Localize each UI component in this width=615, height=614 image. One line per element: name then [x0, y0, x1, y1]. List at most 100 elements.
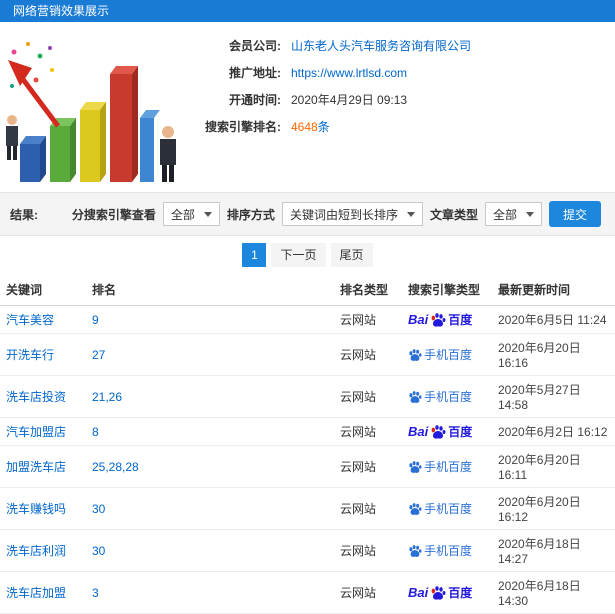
- rank-value: 3: [86, 571, 334, 614]
- bar-chart-illustration: [0, 22, 185, 192]
- rank-value: 21,26: [86, 375, 334, 418]
- keyword-link[interactable]: 开洗车行: [0, 333, 86, 376]
- company-label: 会员公司:: [229, 39, 281, 53]
- rank-value: 9: [86, 305, 334, 334]
- rank-value: 27: [86, 333, 334, 376]
- engine-type-cell: Bai 百度: [402, 305, 492, 334]
- mobile-baidu-logo: 手机百度: [408, 388, 486, 405]
- chevron-down-icon: [203, 211, 212, 217]
- baidu-paw-icon: [431, 312, 446, 327]
- table-row: 加盟洗车店 25,28,28 云网站 手机百度 2020年6月20日 16:11: [0, 445, 615, 488]
- keyword-link[interactable]: 洗车店加盟: [0, 571, 86, 614]
- rank-value: 30: [86, 487, 334, 530]
- rank-value: 8: [86, 417, 334, 446]
- baidu-logo: Bai 百度: [408, 584, 486, 601]
- table-row: 汽车美容 9 云网站 Bai 百度 2020年6月5日 11:24: [0, 305, 615, 334]
- keyword-link[interactable]: 洗车赚钱吗: [0, 487, 86, 530]
- baidu-paw-icon: [409, 544, 422, 557]
- submit-button[interactable]: 提交: [548, 201, 601, 227]
- updated-time-value: 2020年6月18日 14:27: [492, 529, 615, 572]
- member-info-section: 会员公司: 山东老人头汽车服务咨询有限公司 推广地址: https://www.…: [0, 22, 615, 192]
- rank-value: 30: [86, 529, 334, 572]
- engine-select[interactable]: 全部: [162, 202, 220, 226]
- mobile-baidu-label: 手机百度: [424, 460, 473, 474]
- baidu-paw-icon: [431, 585, 446, 600]
- page-button-1[interactable]: 1: [242, 243, 267, 267]
- mobile-baidu-logo: 手机百度: [408, 542, 486, 559]
- baidu-paw-icon: [409, 390, 422, 403]
- page-title: 网络营销效果展示: [13, 4, 110, 18]
- baidu-logo-text: Bai: [408, 424, 429, 439]
- table-row: 洗车店利润 30 云网站 手机百度 2020年6月18日 14:27: [0, 529, 615, 572]
- mobile-baidu-label: 手机百度: [424, 502, 473, 516]
- col-rank: 排名: [86, 274, 334, 306]
- keyword-link[interactable]: 洗车店投资: [0, 375, 86, 418]
- engine-type-cell: 手机百度: [402, 529, 492, 572]
- table-row: 洗车店加盟 3 云网站 Bai 百度 2020年6月18日 14:30: [0, 571, 615, 614]
- table-header-row: 关键词 排名 排名类型 搜索引擎类型 最新更新时间: [0, 274, 615, 306]
- baidu-logo-cn: 百度: [448, 586, 473, 600]
- rank-count-label: 搜索引擎排名:: [205, 120, 281, 134]
- member-info-list: 会员公司: 山东老人头汽车服务咨询有限公司 推广地址: https://www.…: [185, 22, 615, 192]
- next-page-link[interactable]: 下一页: [271, 243, 326, 267]
- info-row-open-time: 开通时间: 2020年4月29日 09:13: [185, 92, 615, 109]
- mobile-baidu-logo: 手机百度: [408, 458, 486, 475]
- engine-type-cell: 手机百度: [402, 375, 492, 418]
- rank-type-value: 云网站: [334, 417, 402, 446]
- rank-count-value: 4648条: [291, 119, 330, 136]
- chevron-down-icon: [406, 211, 415, 217]
- baidu-logo: Bai 百度: [408, 311, 486, 328]
- keyword-link[interactable]: 洗车店利润: [0, 529, 86, 572]
- updated-time-value: 2020年6月5日 11:24: [492, 305, 615, 334]
- baidu-paw-icon: [409, 502, 422, 515]
- baidu-logo-cn: 百度: [448, 425, 473, 439]
- baidu-logo-text: Bai: [408, 312, 429, 327]
- filter-bar: 结果: 分搜索引擎查看 全部 排序方式 关键词由短到长排序 文章类型 全部 提交: [0, 192, 615, 236]
- article-type-label: 文章类型: [429, 207, 478, 222]
- baidu-logo: Bai 百度: [408, 423, 486, 440]
- rank-type-value: 云网站: [334, 375, 402, 418]
- last-page-link[interactable]: 尾页: [330, 243, 373, 267]
- engine-type-cell: Bai 百度: [402, 571, 492, 614]
- keyword-link[interactable]: 汽车美容: [0, 305, 86, 334]
- rank-count-unit: 条: [317, 120, 330, 134]
- rank-type-value: 云网站: [334, 445, 402, 488]
- info-row-company: 会员公司: 山东老人头汽车服务咨询有限公司: [185, 38, 615, 55]
- chevron-down-icon: [525, 211, 534, 217]
- table-row: 开洗车行 27 云网站 手机百度 2020年6月20日 16:16: [0, 333, 615, 376]
- open-time-value: 2020年4月29日 09:13: [291, 93, 408, 107]
- keyword-link[interactable]: 加盟洗车店: [0, 445, 86, 488]
- sort-filter-label: 排序方式: [226, 207, 275, 222]
- rank-type-value: 云网站: [334, 529, 402, 572]
- bar-chart-graphic: [6, 42, 176, 182]
- pagination: 1 下一页 尾页: [0, 236, 615, 274]
- table-row: 洗车店投资 21,26 云网站 手机百度 2020年5月27日 14:58: [0, 375, 615, 418]
- mobile-baidu-label: 手机百度: [424, 348, 473, 362]
- engine-type-cell: 手机百度: [402, 445, 492, 488]
- updated-time-value: 2020年6月20日 16:11: [492, 445, 615, 488]
- table-row: 汽车加盟店 8 云网站 Bai 百度 2020年6月2日 16:12: [0, 417, 615, 446]
- sort-select[interactable]: 关键词由短到长排序: [281, 202, 423, 226]
- updated-time-value: 2020年6月18日 14:30: [492, 571, 615, 614]
- sort-select-value: 关键词由短到长排序: [289, 207, 398, 222]
- promo-url-link[interactable]: https://www.lrtlsd.com: [291, 65, 407, 82]
- engine-select-value: 全部: [170, 207, 195, 222]
- mobile-baidu-label: 手机百度: [424, 390, 473, 404]
- baidu-logo-text: Bai: [408, 585, 429, 600]
- baidu-paw-icon: [431, 424, 446, 439]
- rank-type-value: 云网站: [334, 571, 402, 614]
- company-link[interactable]: 山东老人头汽车服务咨询有限公司: [291, 38, 471, 55]
- promo-url-label: 推广地址:: [229, 66, 281, 80]
- engine-type-cell: 手机百度: [402, 333, 492, 376]
- title-bar: 网络营销效果展示: [0, 0, 615, 22]
- rank-value: 25,28,28: [86, 445, 334, 488]
- article-type-select[interactable]: 全部: [484, 202, 542, 226]
- filter-controls: 分搜索引擎查看 全部 排序方式 关键词由短到长排序 文章类型 全部 提交: [72, 201, 605, 227]
- updated-time-value: 2020年6月20日 16:12: [492, 487, 615, 530]
- updated-time-value: 2020年6月2日 16:12: [492, 417, 615, 446]
- updated-time-value: 2020年6月20日 16:16: [492, 333, 615, 376]
- col-engine-type: 搜索引擎类型: [402, 274, 492, 306]
- col-keyword: 关键词: [0, 274, 86, 306]
- keyword-link[interactable]: 汽车加盟店: [0, 417, 86, 446]
- rank-type-value: 云网站: [334, 487, 402, 530]
